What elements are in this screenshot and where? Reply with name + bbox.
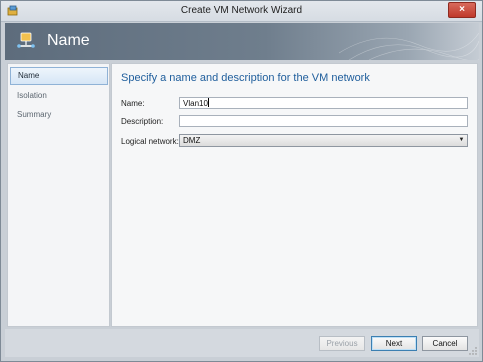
nav-item-isolation[interactable]: Isolation	[10, 87, 108, 105]
name-label: Name:	[121, 99, 145, 108]
wizard-steps-nav: Name Isolation Summary	[7, 63, 110, 327]
description-label: Description:	[121, 117, 164, 126]
next-button[interactable]: Next	[371, 336, 417, 351]
close-button[interactable]: ×	[448, 2, 476, 18]
title-bar[interactable]: Create VM Network Wizard ×	[1, 1, 482, 22]
cancel-button[interactable]: Cancel	[422, 336, 468, 351]
chevron-down-icon: ▼	[458, 137, 465, 143]
nav-item-name[interactable]: Name	[10, 67, 108, 85]
wizard-window: Create VM Network Wizard × Name Name Iso…	[0, 0, 483, 362]
description-field[interactable]	[179, 115, 468, 127]
page-title: Name	[47, 32, 90, 49]
wizard-footer: Previous Next Cancel	[5, 329, 479, 357]
header-banner: Name	[5, 23, 479, 60]
banner-decoration	[339, 32, 479, 60]
section-heading: Specify a name and description for the V…	[121, 72, 370, 84]
nav-item-summary[interactable]: Summary	[10, 106, 108, 124]
vm-network-icon	[17, 32, 35, 48]
window-title: Create VM Network Wizard	[180, 5, 303, 16]
logical-network-select[interactable]: DMZ ▼	[179, 134, 468, 147]
logical-network-value: DMZ	[183, 136, 201, 145]
main-panel: Specify a name and description for the V…	[111, 63, 478, 327]
logical-network-label: Logical network:	[121, 137, 179, 146]
name-field[interactable]: Vlan10	[179, 97, 468, 109]
text-caret	[207, 98, 209, 107]
resize-grip-icon[interactable]	[469, 347, 477, 355]
name-value: Vlan10	[183, 99, 208, 108]
previous-button[interactable]: Previous	[319, 336, 365, 351]
